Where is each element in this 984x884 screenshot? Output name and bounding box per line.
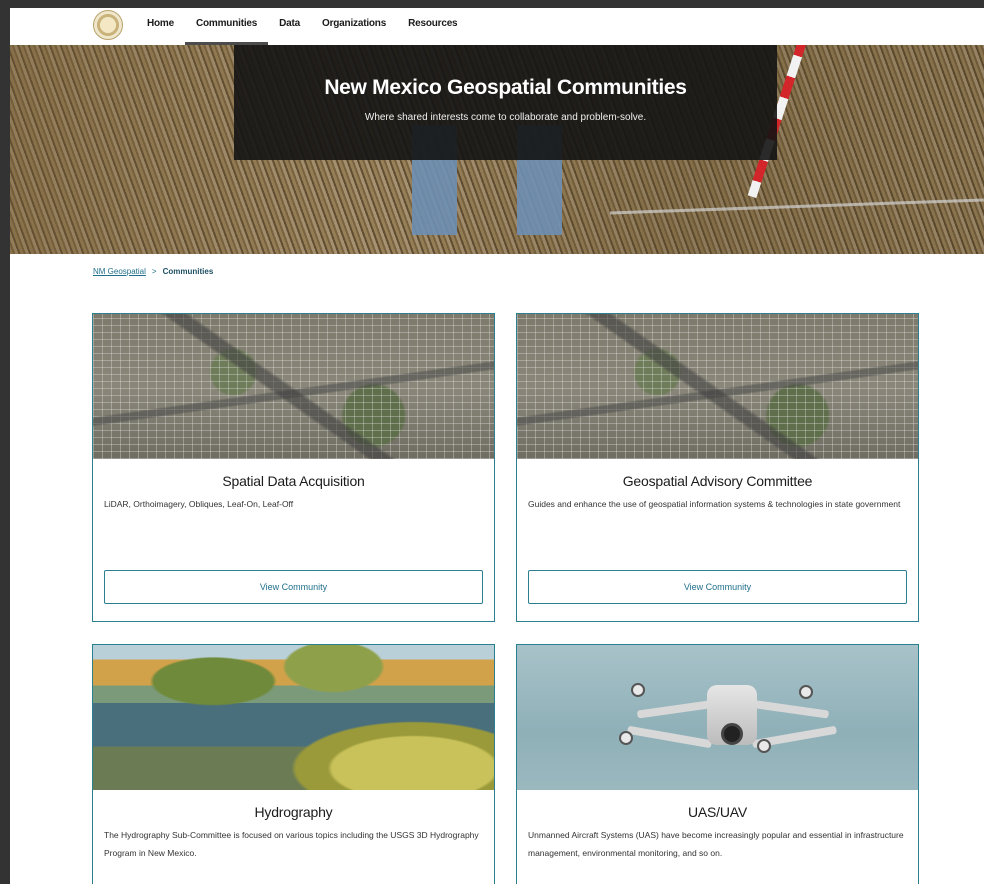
nav-item-data[interactable]: Data xyxy=(268,8,311,45)
nav-item-resources[interactable]: Resources xyxy=(397,8,468,45)
drone-rotor xyxy=(799,685,813,699)
community-card-uas: UAS/UAV Unmanned Aircraft Systems (UAS) … xyxy=(516,644,919,884)
card-title: Geospatial Advisory Committee xyxy=(622,473,813,489)
nav-items: Home Communities Data Organizations Reso… xyxy=(136,8,468,45)
hero-subtitle: Where shared interests come to collabora… xyxy=(364,112,647,123)
hero-fence-wire xyxy=(610,198,984,215)
page: Home Communities Data Organizations Reso… xyxy=(10,8,984,884)
card-title: Spatial Data Acquisition xyxy=(222,473,365,489)
drone-camera xyxy=(721,723,743,745)
drone-arm xyxy=(636,699,718,719)
river-yucca-image xyxy=(93,645,494,790)
view-community-button[interactable]: View Community xyxy=(528,570,907,604)
card-description: Unmanned Aircraft Systems (UAS) have bec… xyxy=(528,830,904,858)
hero-title: New Mexico Geospatial Communities xyxy=(324,76,687,99)
breadcrumb: NM Geospatial > Communities xyxy=(93,267,213,276)
card-description: Guides and enhance the use of geospatial… xyxy=(528,499,901,509)
nav-item-organizations[interactable]: Organizations xyxy=(311,8,397,45)
drone-rotor xyxy=(631,683,645,697)
top-nav: Home Communities Data Organizations Reso… xyxy=(10,8,984,45)
drone-arm xyxy=(626,725,713,749)
state-seal-logo[interactable] xyxy=(93,10,123,40)
aerial-city-image xyxy=(517,314,918,459)
card-title: UAS/UAV xyxy=(687,804,748,820)
view-community-button[interactable]: View Community xyxy=(104,570,483,604)
nav-item-home[interactable]: Home xyxy=(136,8,185,45)
drone-rotor xyxy=(619,731,633,745)
community-card-hydrography: Hydrography The Hydrography Sub-Committe… xyxy=(92,644,495,884)
breadcrumb-current: Communities xyxy=(162,267,214,276)
card-title: Hydrography xyxy=(254,804,333,820)
nav-item-communities[interactable]: Communities xyxy=(184,8,269,45)
drone-image xyxy=(517,645,918,790)
hero-banner: New Mexico Geospatial Communities Where … xyxy=(10,45,984,254)
breadcrumb-separator: > xyxy=(151,267,157,276)
drone-rotor xyxy=(757,739,771,753)
card-description: LiDAR, Orthoimagery, Obliques, Leaf-On, … xyxy=(104,499,294,509)
hero-title-box: New Mexico Geospatial Communities Where … xyxy=(234,45,777,160)
card-description: The Hydrography Sub-Committee is focused… xyxy=(104,830,479,858)
drone-arm xyxy=(748,699,830,719)
breadcrumb-home-link[interactable]: NM Geospatial xyxy=(93,267,146,276)
aerial-city-image xyxy=(93,314,494,459)
community-card-advisory: Geospatial Advisory Committee Guides and… xyxy=(516,313,919,622)
community-card-spatial-data: Spatial Data Acquisition LiDAR, Orthoima… xyxy=(92,313,495,622)
